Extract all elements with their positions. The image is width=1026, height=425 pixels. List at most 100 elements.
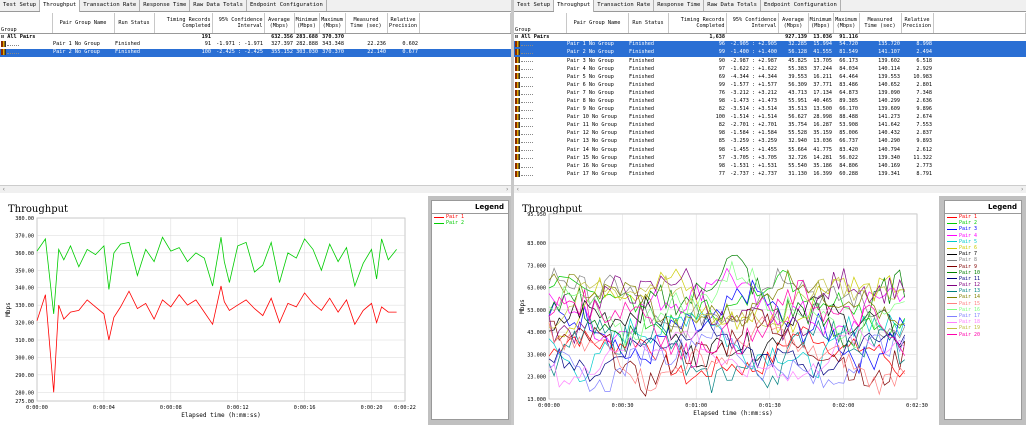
- timing-records: 99: [668, 49, 726, 58]
- left-horizontal-scrollbar[interactable]: ‹ ›: [0, 185, 511, 193]
- relative-precision: 10.983: [913, 73, 932, 80]
- tab-raw-data-totals[interactable]: Raw Data Totals: [190, 0, 247, 11]
- right-header-row: Group Pair Group Name Run Status Timing …: [514, 13, 1026, 34]
- table-row[interactable]: Pair 1 No Group Finished 96 -2.905 : +2.905…: [514, 41, 1026, 50]
- scroll-left-arrow-icon[interactable]: ‹: [516, 186, 520, 194]
- plot-area: [548, 213, 918, 400]
- scroll-right-arrow-icon[interactable]: ›: [505, 186, 509, 194]
- y-tick-label: 73.000: [527, 263, 546, 269]
- right-tab-bar: Test Setup Throughput Transaction Rate R…: [514, 0, 1026, 12]
- table-row[interactable]: Pair 4 No Group Finished 97 -1.622 : +1.622…: [514, 65, 1026, 73]
- row-group-cell: [514, 162, 566, 171]
- legend-swatch: [947, 303, 957, 305]
- timing-records: 100: [715, 114, 725, 121]
- summary-row[interactable]: ⊟ All Pairs 1,638 927.139 13.036 91.116: [514, 33, 1026, 41]
- col-precision[interactable]: Relative Precision: [387, 13, 420, 34]
- col-average[interactable]: Average (Mbps): [778, 13, 809, 34]
- y-tick-label: 300.00: [15, 355, 34, 361]
- col-timing-records[interactable]: Timing Records Completed: [668, 13, 727, 34]
- table-row[interactable]: Pair 1 No Group Finished 91 -1.971 : -1.971…: [0, 41, 511, 49]
- run-status: Finished: [629, 162, 654, 169]
- col-group[interactable]: Group: [0, 13, 53, 34]
- run-status: Finished: [629, 106, 654, 113]
- run-status: Finished: [114, 49, 154, 58]
- legend-item[interactable]: Pair 2: [432, 220, 508, 226]
- col-average[interactable]: Average (Mbps): [264, 13, 295, 34]
- summary-maximum: 91.116: [839, 33, 858, 40]
- tab-response-time[interactable]: Response Time: [140, 0, 191, 11]
- table-row[interactable]: Pair 3 No Group Finished 90 -2.987 : +2.987…: [514, 57, 1026, 65]
- tab-endpoint-configuration[interactable]: Endpoint Configuration: [761, 0, 841, 11]
- tab-test-setup[interactable]: Test Setup: [514, 0, 555, 11]
- scroll-left-arrow-icon[interactable]: ‹: [2, 186, 6, 194]
- col-confidence[interactable]: 95% Confidence Interval: [212, 13, 265, 34]
- col-maximum[interactable]: Maximum (Mbps): [319, 13, 346, 34]
- table-row[interactable]: Pair 16 No Group Finished 98 -1.531 : +1.53…: [514, 162, 1026, 171]
- scroll-right-arrow-icon[interactable]: ›: [1020, 186, 1024, 194]
- average-mbps: 45.825: [788, 57, 807, 64]
- pair-name: Pair 13 No Group: [567, 138, 617, 145]
- col-measured-time[interactable]: Measured Time (sec): [859, 13, 902, 34]
- run-status: Finished: [629, 57, 654, 64]
- minimum-mbps: 35.159: [813, 130, 832, 137]
- legend-swatch: [947, 284, 957, 286]
- tab-throughput[interactable]: Throughput: [40, 0, 81, 12]
- legend-swatch: [947, 297, 957, 299]
- tab-transaction-rate[interactable]: Transaction Rate: [594, 0, 655, 11]
- table-row[interactable]: Pair 8 No Group Finished 98 -1.473 : +1.473…: [514, 97, 1026, 106]
- table-row[interactable]: Pair 2 No Group Finished 99 -1.400 : +1.400…: [514, 49, 1026, 58]
- row-group-cell: [514, 146, 566, 154]
- timing-records: 82: [718, 106, 725, 113]
- summary-average: 632.356: [271, 33, 293, 40]
- table-row[interactable]: Pair 15 No Group Finished 57 -3.705 : +3.70…: [514, 154, 1026, 162]
- col-timing-records[interactable]: Timing Records Completed: [154, 13, 213, 34]
- table-row[interactable]: Pair 10 No Group Finished 100 -1.514 : +1.5…: [514, 113, 1026, 122]
- average-mbps: 32.285: [778, 41, 808, 50]
- col-pair-group-name[interactable]: Pair Group Name: [52, 13, 115, 34]
- col-run-status[interactable]: Run Status: [628, 13, 669, 34]
- relative-precision: 2.929: [916, 65, 932, 72]
- table-row[interactable]: Pair 6 No Group Finished 99 -1.577 : +1.577…: [514, 81, 1026, 90]
- y-axis-label: Mbps: [5, 302, 12, 317]
- run-status: Finished: [115, 41, 140, 48]
- col-minimum[interactable]: Minimum (Mbps): [294, 13, 320, 34]
- tab-response-time[interactable]: Response Time: [654, 0, 705, 11]
- tab-test-setup[interactable]: Test Setup: [0, 0, 41, 11]
- left-chart-area: Throughput 380.00 370.00 360.00 350.00 340.0…: [0, 196, 511, 425]
- table-row[interactable]: Pair 17 No Group Finished 77 -2.737 : +2.73…: [514, 170, 1026, 179]
- measured-time: 140.169: [878, 162, 900, 169]
- tab-raw-data-totals[interactable]: Raw Data Totals: [704, 0, 761, 11]
- col-pair-group-name[interactable]: Pair Group Name: [566, 13, 629, 34]
- table-row[interactable]: Pair 14 No Group Finished 98 -1.455 : +1.45…: [514, 146, 1026, 154]
- table-row[interactable]: Pair 7 No Group Finished 76 -3.212 : +3.212…: [514, 89, 1026, 98]
- table-row[interactable]: Pair 5 No Group Finished 69 -4.344 : +4.344…: [514, 73, 1026, 81]
- tab-endpoint-configuration[interactable]: Endpoint Configuration: [247, 0, 327, 11]
- col-precision[interactable]: Relative Precision: [901, 13, 934, 34]
- timing-records: 99: [718, 81, 725, 88]
- pair-name: Pair 5 No Group: [567, 73, 614, 80]
- average-mbps: 56.128: [778, 49, 808, 58]
- summary-row[interactable]: ⊟ All Pairs 191 632.356 283.688 370.370: [0, 33, 511, 41]
- table-row[interactable]: Pair 12 No Group Finished 98 -1.584 : +1.58…: [514, 130, 1026, 138]
- right-horizontal-scrollbar[interactable]: ‹ ›: [514, 185, 1026, 193]
- table-row[interactable]: Pair 2 No Group Finished 100 -2.425 : -2.42…: [0, 49, 511, 58]
- average-mbps: 55.664: [788, 146, 807, 153]
- col-run-status[interactable]: Run Status: [114, 13, 155, 34]
- col-maximum[interactable]: Maximum (Mbps): [833, 13, 860, 34]
- col-measured-time[interactable]: Measured Time (sec): [345, 13, 388, 34]
- col-minimum[interactable]: Minimum (Mbps): [808, 13, 834, 34]
- col-confidence[interactable]: 95% Confidence Interval: [726, 13, 779, 34]
- table-row[interactable]: Pair 9 No Group Finished 82 -3.514 : +3.514…: [514, 105, 1026, 114]
- tab-transaction-rate[interactable]: Transaction Rate: [80, 0, 141, 11]
- legend-item[interactable]: Pair 20: [945, 332, 1021, 338]
- tab-throughput[interactable]: Throughput: [554, 0, 595, 12]
- pair-name: Pair 4 No Group: [567, 65, 614, 72]
- timing-records: 69: [718, 73, 725, 80]
- col-group[interactable]: Group: [514, 13, 567, 34]
- minimum-mbps: 37.771: [813, 81, 832, 88]
- pair-status-icon: [515, 170, 520, 177]
- y-tick-label: 380.00: [15, 216, 34, 222]
- table-row[interactable]: Pair 11 No Group Finished 82 -2.701 : +2.70…: [514, 122, 1026, 130]
- table-row[interactable]: Pair 13 No Group Finished 85 -3.259 : +3.25…: [514, 138, 1026, 146]
- pair-status-icon: [515, 138, 520, 145]
